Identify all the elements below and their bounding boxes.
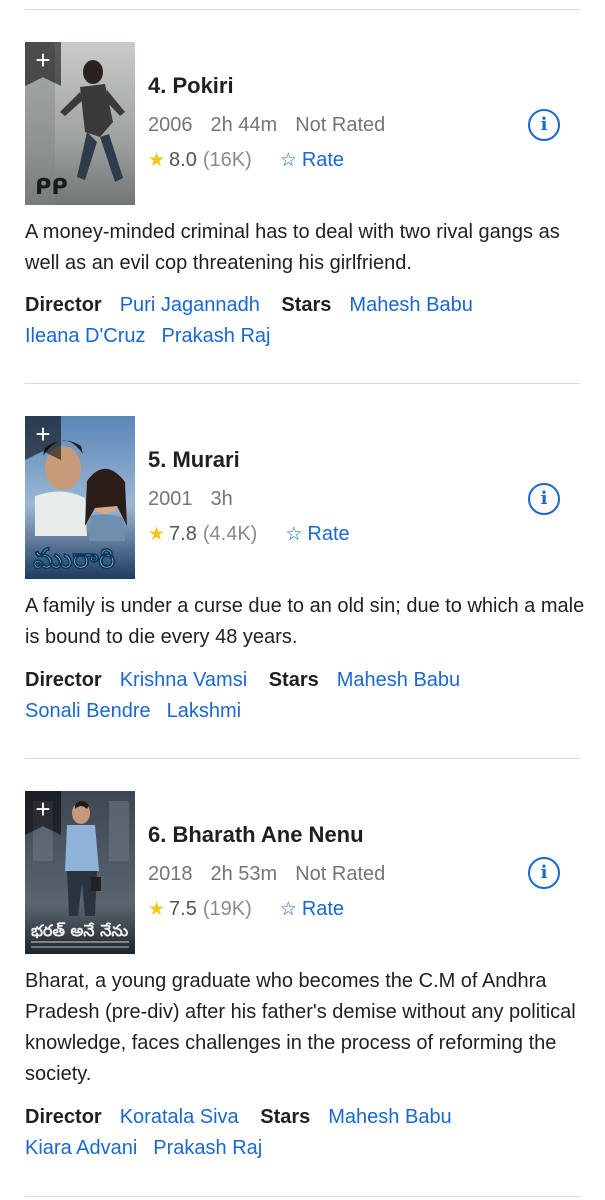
director-link[interactable]: Koratala Siva — [120, 1106, 239, 1128]
movie-title[interactable]: 6. Bharath Ane Nenu — [148, 822, 364, 848]
movie-title[interactable]: 5. Murari — [148, 447, 240, 473]
rate-star-icon: ☆ — [279, 899, 297, 920]
rating-row: ★ 8.0 (16K) ☆ Rate — [148, 149, 344, 172]
vote-count: (16K) — [202, 149, 252, 171]
stars-label: Stars — [260, 1106, 311, 1128]
movie-runtime: 3h — [210, 488, 233, 510]
divider — [25, 383, 580, 384]
poster-image[interactable]: మురారి + — [25, 416, 135, 579]
star-link[interactable]: Mahesh Babu — [337, 669, 460, 691]
movie-year: 2006 — [148, 114, 193, 136]
movie-meta: 2001 3h — [148, 488, 251, 511]
rate-label: Rate — [301, 149, 345, 171]
movie-year: 2001 — [148, 488, 193, 510]
rate-button[interactable]: ☆ Rate — [280, 898, 344, 921]
rating-row: ★ 7.5 (19K) ☆ Rate — [148, 898, 344, 921]
stars-label: Stars — [281, 294, 332, 316]
star-link[interactable]: Mahesh Babu — [328, 1106, 451, 1128]
movie-certificate: Not Rated — [295, 863, 386, 885]
movie-year: 2018 — [148, 863, 193, 885]
director-label: Director — [25, 1106, 102, 1128]
svg-text:ᑭᑭ: ᑭᑭ — [35, 175, 68, 200]
svg-text:భరత్ అనే నేను: భరత్ అనే నేను — [31, 921, 129, 940]
rate-star-icon: ☆ — [285, 524, 303, 545]
star-link[interactable]: Mahesh Babu — [349, 294, 472, 316]
rate-star-icon: ☆ — [279, 150, 297, 171]
divider-bottom — [25, 1196, 580, 1197]
director-link[interactable]: Krishna Vamsi — [120, 669, 247, 691]
movie-meta: 2018 2h 53m Not Rated — [148, 863, 403, 886]
movie-meta: 2006 2h 44m Not Rated — [148, 114, 403, 137]
star-link[interactable]: Ileana D'Cruz — [25, 325, 146, 347]
movie-title[interactable]: 4. Pokiri — [148, 73, 234, 99]
rating-value: 8.0 — [169, 149, 197, 171]
poster-image[interactable]: భరత్ అనే నేను + — [25, 791, 135, 954]
star-link[interactable]: Sonali Bendre — [25, 700, 151, 722]
rating-value: 7.8 — [169, 523, 197, 545]
svg-text:మురారి: మురారి — [33, 542, 116, 575]
star-icon: ★ — [148, 150, 166, 171]
star-icon: ★ — [148, 899, 166, 920]
poster-image[interactable]: ᑭᑭ + — [25, 42, 135, 205]
divider-top — [25, 9, 580, 10]
director-link[interactable]: Puri Jagannadh — [120, 294, 260, 316]
vote-count: (4.4K) — [202, 523, 258, 545]
star-icon: ★ — [148, 524, 166, 545]
rate-label: Rate — [307, 523, 350, 545]
credits: Director Puri Jagannadh Stars Mahesh Babu … — [25, 290, 585, 352]
movie-runtime: 2h 53m — [210, 863, 278, 885]
rate-button[interactable]: ☆ Rate — [280, 149, 344, 172]
movie-description: Bharat, a young graduate who becomes the… — [25, 970, 576, 1085]
star-link[interactable]: Prakash Raj — [162, 325, 271, 347]
vote-count: (19K) — [202, 898, 252, 920]
star-link[interactable]: Lakshmi — [167, 700, 241, 722]
director-label: Director — [25, 669, 102, 691]
rate-label: Rate — [301, 898, 345, 920]
director-label: Director — [25, 294, 102, 316]
star-link[interactable]: Prakash Raj — [153, 1137, 262, 1159]
info-icon[interactable]: i — [528, 483, 560, 515]
rate-button[interactable]: ☆ Rate — [285, 523, 349, 546]
star-link[interactable]: Kiara Advani — [25, 1137, 137, 1159]
movie-description: A money-minded criminal has to deal with… — [25, 221, 560, 274]
movie-certificate: Not Rated — [295, 114, 386, 136]
movie-description: A family is under a curse due to an old … — [25, 595, 585, 648]
divider — [25, 758, 580, 759]
info-icon[interactable]: i — [528, 109, 560, 141]
rating-value: 7.5 — [169, 898, 197, 920]
credits: Director Koratala Siva Stars Mahesh Babu K… — [25, 1102, 585, 1164]
credits: Director Krishna Vamsi Stars Mahesh Babu S… — [25, 665, 585, 727]
info-icon[interactable]: i — [528, 857, 560, 889]
movie-runtime: 2h 44m — [210, 114, 278, 136]
rating-row: ★ 7.8 (4.4K) ☆ Rate — [148, 523, 350, 546]
stars-label: Stars — [268, 669, 319, 691]
